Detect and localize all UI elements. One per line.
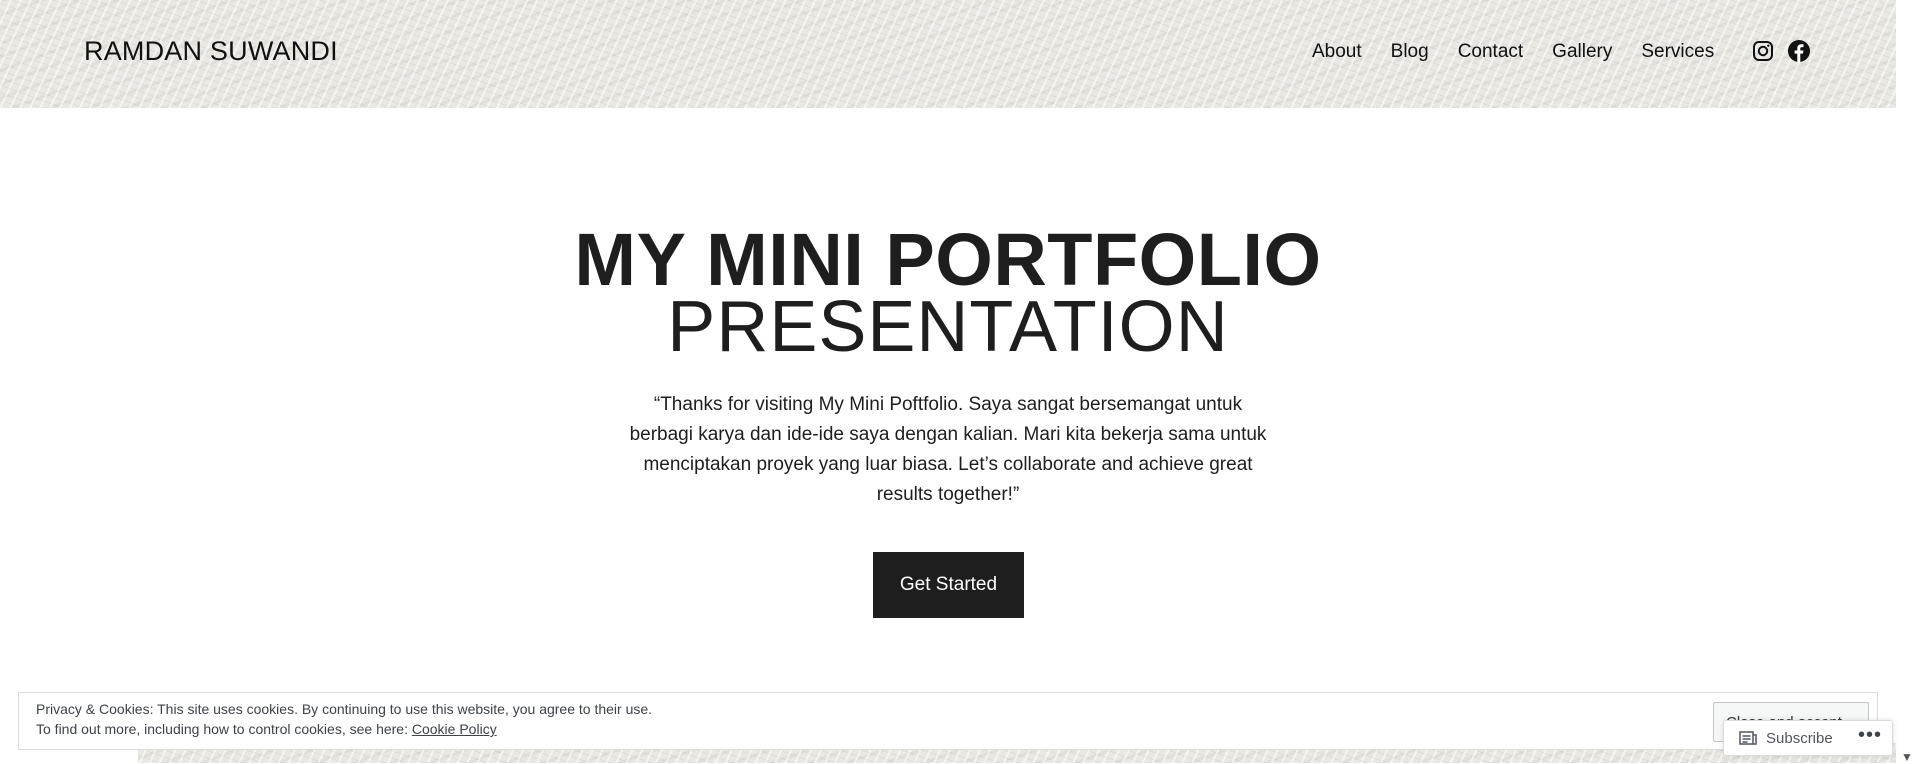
get-started-button[interactable]: Get Started [873,552,1024,618]
more-options-button[interactable]: ••• [1856,725,1884,751]
scroll-down-arrow-icon[interactable]: ▼ [1901,750,1913,764]
social-links [1751,39,1811,63]
cookie-notice-text: Privacy & Cookies: This site uses cookie… [36,701,653,717]
cookie-policy-link[interactable]: Cookie Policy [412,721,497,737]
nav-link-blog[interactable]: Blog [1391,41,1429,63]
subscribe-bar: Subscribe ••• [1723,720,1893,756]
hero-title: MY MINI PORTFOLIO [574,218,1322,301]
instagram-link[interactable] [1751,39,1775,63]
site-header: RAMDAN SUWANDI About Blog Contact Galler… [0,0,1896,108]
nav-link-gallery[interactable]: Gallery [1552,41,1612,63]
subscribe-label: Subscribe [1766,729,1833,747]
hero-quote: “Thanks for visiting My Mini Poftfolio. … [629,394,1267,505]
reader-icon [1739,731,1757,745]
nav-link-about[interactable]: About [1312,41,1362,63]
site-title[interactable]: RAMDAN SUWANDI [84,36,338,67]
instagram-icon [1753,41,1773,61]
nav-link-contact[interactable]: Contact [1458,41,1523,63]
cookie-notice-more-text: To find out more, including how to contr… [36,721,408,737]
hero-section: MY MINI PORTFOLIO PRESENTATION “Thanks f… [0,108,1896,703]
main-navigation: About Blog Contact Gallery Services [1312,41,1714,63]
subscribe-button[interactable]: Subscribe [1724,721,1860,755]
cookie-banner: Privacy & Cookies: This site uses cookie… [18,692,1878,750]
facebook-icon [1788,40,1810,62]
nav-link-services[interactable]: Services [1641,41,1714,63]
facebook-link[interactable] [1787,39,1811,63]
hero-subtitle: PRESENTATION [667,287,1229,367]
cookie-notice-more: To find out more, including how to contr… [36,721,497,737]
